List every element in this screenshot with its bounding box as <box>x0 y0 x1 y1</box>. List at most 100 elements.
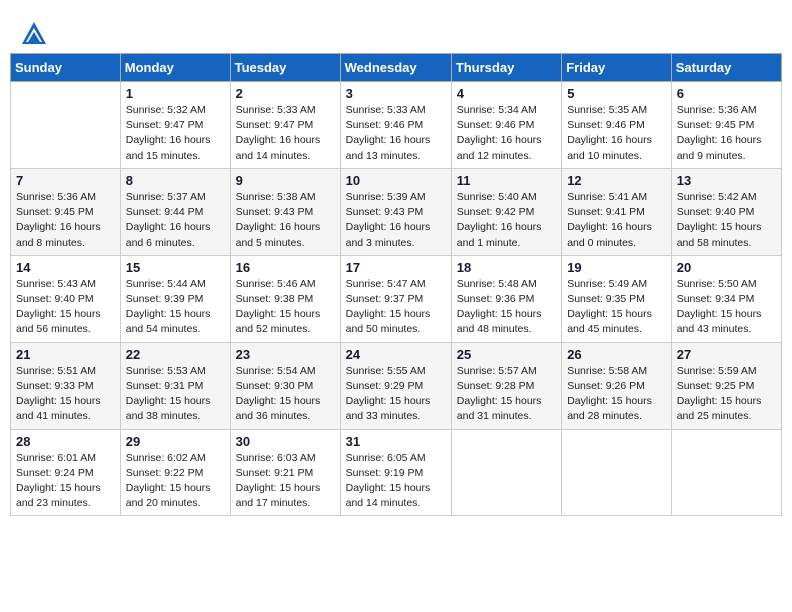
day-info: Sunrise: 5:50 AM Sunset: 9:34 PM Dayligh… <box>677 277 776 338</box>
day-number: 24 <box>346 347 446 362</box>
day-info: Sunrise: 5:39 AM Sunset: 9:43 PM Dayligh… <box>346 190 446 251</box>
day-info: Sunrise: 5:44 AM Sunset: 9:39 PM Dayligh… <box>126 277 225 338</box>
day-info: Sunrise: 5:59 AM Sunset: 9:25 PM Dayligh… <box>677 364 776 425</box>
calendar-header-row: SundayMondayTuesdayWednesdayThursdayFrid… <box>11 54 782 82</box>
calendar-cell: 13 Sunrise: 5:42 AM Sunset: 9:40 PM Dayli… <box>671 168 781 255</box>
column-header-wednesday: Wednesday <box>340 54 451 82</box>
day-number: 6 <box>677 86 776 101</box>
calendar-week-2: 7 Sunrise: 5:36 AM Sunset: 9:45 PM Daylig… <box>11 168 782 255</box>
day-info: Sunrise: 5:40 AM Sunset: 9:42 PM Dayligh… <box>457 190 556 251</box>
logo <box>20 20 52 48</box>
day-info: Sunrise: 6:03 AM Sunset: 9:21 PM Dayligh… <box>236 451 335 512</box>
day-info: Sunrise: 5:55 AM Sunset: 9:29 PM Dayligh… <box>346 364 446 425</box>
calendar-cell: 26 Sunrise: 5:58 AM Sunset: 9:26 PM Dayli… <box>562 342 672 429</box>
calendar-cell: 10 Sunrise: 5:39 AM Sunset: 9:43 PM Dayli… <box>340 168 451 255</box>
day-number: 25 <box>457 347 556 362</box>
calendar-cell: 24 Sunrise: 5:55 AM Sunset: 9:29 PM Dayli… <box>340 342 451 429</box>
calendar-cell: 29 Sunrise: 6:02 AM Sunset: 9:22 PM Dayli… <box>120 429 230 516</box>
day-info: Sunrise: 5:35 AM Sunset: 9:46 PM Dayligh… <box>567 103 666 164</box>
calendar-cell <box>451 429 561 516</box>
day-info: Sunrise: 5:33 AM Sunset: 9:46 PM Dayligh… <box>346 103 446 164</box>
calendar-cell: 3Sunrise: 5:33 AM Sunset: 9:46 PM Daylig… <box>340 82 451 169</box>
day-number: 30 <box>236 434 335 449</box>
day-info: Sunrise: 6:02 AM Sunset: 9:22 PM Dayligh… <box>126 451 225 512</box>
calendar-cell: 30 Sunrise: 6:03 AM Sunset: 9:21 PM Dayli… <box>230 429 340 516</box>
calendar-cell: 27Sunrise: 5:59 AM Sunset: 9:25 PM Dayli… <box>671 342 781 429</box>
calendar-cell: 1 Sunrise: 5:32 AM Sunset: 9:47 PM Daylig… <box>120 82 230 169</box>
day-info: Sunrise: 5:36 AM Sunset: 9:45 PM Dayligh… <box>677 103 776 164</box>
day-info: Sunrise: 5:47 AM Sunset: 9:37 PM Dayligh… <box>346 277 446 338</box>
day-number: 26 <box>567 347 666 362</box>
day-info: Sunrise: 5:42 AM Sunset: 9:40 PM Dayligh… <box>677 190 776 251</box>
day-info: Sunrise: 5:57 AM Sunset: 9:28 PM Dayligh… <box>457 364 556 425</box>
day-info: Sunrise: 5:33 AM Sunset: 9:47 PM Dayligh… <box>236 103 335 164</box>
day-number: 31 <box>346 434 446 449</box>
calendar-cell: 28 Sunrise: 6:01 AM Sunset: 9:24 PM Dayli… <box>11 429 121 516</box>
day-number: 28 <box>16 434 115 449</box>
calendar-cell: 18Sunrise: 5:48 AM Sunset: 9:36 PM Dayli… <box>451 255 561 342</box>
calendar-week-3: 14 Sunrise: 5:43 AM Sunset: 9:40 PM Dayli… <box>11 255 782 342</box>
day-info: Sunrise: 5:49 AM Sunset: 9:35 PM Dayligh… <box>567 277 666 338</box>
day-info: Sunrise: 5:41 AM Sunset: 9:41 PM Dayligh… <box>567 190 666 251</box>
day-number: 21 <box>16 347 115 362</box>
day-info: Sunrise: 5:34 AM Sunset: 9:46 PM Dayligh… <box>457 103 556 164</box>
day-info: Sunrise: 5:58 AM Sunset: 9:26 PM Dayligh… <box>567 364 666 425</box>
calendar-cell <box>562 429 672 516</box>
day-number: 29 <box>126 434 225 449</box>
column-header-saturday: Saturday <box>671 54 781 82</box>
day-number: 13 <box>677 173 776 188</box>
day-number: 1 <box>126 86 225 101</box>
calendar-cell: 2 Sunrise: 5:33 AM Sunset: 9:47 PM Daylig… <box>230 82 340 169</box>
column-header-thursday: Thursday <box>451 54 561 82</box>
day-number: 14 <box>16 260 115 275</box>
day-number: 9 <box>236 173 335 188</box>
calendar-cell: 31 Sunrise: 6:05 AM Sunset: 9:19 PM Dayli… <box>340 429 451 516</box>
calendar-cell: 25 Sunrise: 5:57 AM Sunset: 9:28 PM Dayli… <box>451 342 561 429</box>
day-info: Sunrise: 5:36 AM Sunset: 9:45 PM Dayligh… <box>16 190 115 251</box>
day-number: 4 <box>457 86 556 101</box>
calendar-cell: 14 Sunrise: 5:43 AM Sunset: 9:40 PM Dayli… <box>11 255 121 342</box>
column-header-sunday: Sunday <box>11 54 121 82</box>
day-number: 20 <box>677 260 776 275</box>
day-info: Sunrise: 5:43 AM Sunset: 9:40 PM Dayligh… <box>16 277 115 338</box>
calendar-cell: 21 Sunrise: 5:51 AM Sunset: 9:33 PM Dayli… <box>11 342 121 429</box>
calendar-cell <box>11 82 121 169</box>
day-number: 10 <box>346 173 446 188</box>
day-info: Sunrise: 5:51 AM Sunset: 9:33 PM Dayligh… <box>16 364 115 425</box>
column-header-tuesday: Tuesday <box>230 54 340 82</box>
day-number: 23 <box>236 347 335 362</box>
calendar-cell: 11 Sunrise: 5:40 AM Sunset: 9:42 PM Dayli… <box>451 168 561 255</box>
day-number: 2 <box>236 86 335 101</box>
day-info: Sunrise: 5:32 AM Sunset: 9:47 PM Dayligh… <box>126 103 225 164</box>
calendar-week-5: 28 Sunrise: 6:01 AM Sunset: 9:24 PM Dayli… <box>11 429 782 516</box>
day-info: Sunrise: 6:05 AM Sunset: 9:19 PM Dayligh… <box>346 451 446 512</box>
day-info: Sunrise: 6:01 AM Sunset: 9:24 PM Dayligh… <box>16 451 115 512</box>
calendar-cell: 12 Sunrise: 5:41 AM Sunset: 9:41 PM Dayli… <box>562 168 672 255</box>
calendar-cell: 15Sunrise: 5:44 AM Sunset: 9:39 PM Dayli… <box>120 255 230 342</box>
calendar-cell: 22 Sunrise: 5:53 AM Sunset: 9:31 PM Dayli… <box>120 342 230 429</box>
column-header-monday: Monday <box>120 54 230 82</box>
day-number: 19 <box>567 260 666 275</box>
calendar-cell: 20 Sunrise: 5:50 AM Sunset: 9:34 PM Dayli… <box>671 255 781 342</box>
calendar-cell: 16Sunrise: 5:46 AM Sunset: 9:38 PM Dayli… <box>230 255 340 342</box>
day-number: 11 <box>457 173 556 188</box>
page-header <box>10 10 782 53</box>
calendar-cell: 7 Sunrise: 5:36 AM Sunset: 9:45 PM Daylig… <box>11 168 121 255</box>
calendar-cell: 23Sunrise: 5:54 AM Sunset: 9:30 PM Dayli… <box>230 342 340 429</box>
calendar-week-1: 1 Sunrise: 5:32 AM Sunset: 9:47 PM Daylig… <box>11 82 782 169</box>
calendar-cell: 6 Sunrise: 5:36 AM Sunset: 9:45 PM Daylig… <box>671 82 781 169</box>
day-number: 7 <box>16 173 115 188</box>
day-info: Sunrise: 5:53 AM Sunset: 9:31 PM Dayligh… <box>126 364 225 425</box>
day-number: 12 <box>567 173 666 188</box>
day-info: Sunrise: 5:38 AM Sunset: 9:43 PM Dayligh… <box>236 190 335 251</box>
calendar-cell: 8Sunrise: 5:37 AM Sunset: 9:44 PM Daylig… <box>120 168 230 255</box>
calendar-cell: 4 Sunrise: 5:34 AM Sunset: 9:46 PM Daylig… <box>451 82 561 169</box>
logo-icon <box>20 20 48 48</box>
calendar-cell: 5Sunrise: 5:35 AM Sunset: 9:46 PM Daylig… <box>562 82 672 169</box>
day-number: 22 <box>126 347 225 362</box>
day-info: Sunrise: 5:46 AM Sunset: 9:38 PM Dayligh… <box>236 277 335 338</box>
calendar-cell: 19 Sunrise: 5:49 AM Sunset: 9:35 PM Dayli… <box>562 255 672 342</box>
calendar-cell: 9 Sunrise: 5:38 AM Sunset: 9:43 PM Daylig… <box>230 168 340 255</box>
day-info: Sunrise: 5:48 AM Sunset: 9:36 PM Dayligh… <box>457 277 556 338</box>
calendar-cell <box>671 429 781 516</box>
